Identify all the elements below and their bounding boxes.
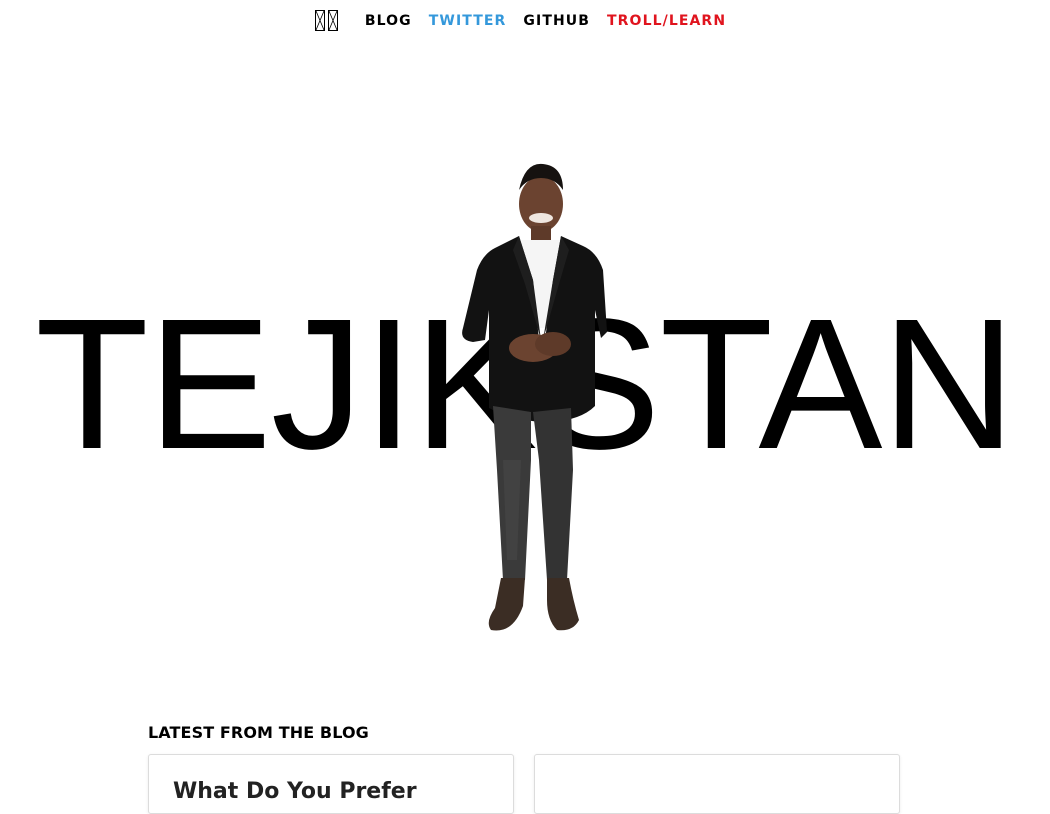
person-illustration (462, 163, 607, 631)
logo-box-right (328, 10, 339, 31)
nav-link-troll-learn[interactable]: TROLL/LEARN (607, 13, 726, 29)
blog-card[interactable] (534, 754, 900, 814)
logo-box-left (315, 10, 326, 31)
blog-card-title: What Do You Prefer (173, 779, 417, 804)
hero-person-image (455, 160, 615, 636)
nav-link-twitter[interactable]: TWITTER (429, 13, 507, 29)
nav-link-blog[interactable]: BLOG (365, 13, 412, 29)
blog-card[interactable]: What Do You Prefer (148, 754, 514, 814)
logo-icon[interactable] (315, 10, 339, 31)
nav-link-github[interactable]: GITHUB (523, 13, 590, 29)
top-nav: BLOG TWITTER GITHUB TROLL/LEARN (0, 10, 1050, 31)
blog-section-heading: LATEST FROM THE BLOG (148, 723, 369, 742)
